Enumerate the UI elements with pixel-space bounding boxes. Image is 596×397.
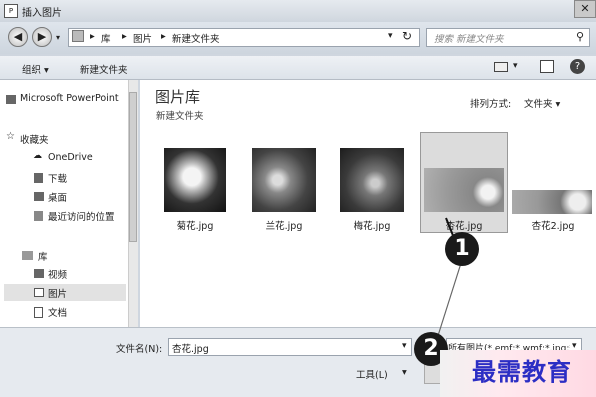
callout-badge-1: 1 bbox=[445, 232, 479, 266]
callout-2-pointer bbox=[435, 259, 463, 343]
callout-pointer-lines bbox=[435, 217, 463, 343]
watermark-text: 最需教育 bbox=[472, 357, 572, 386]
